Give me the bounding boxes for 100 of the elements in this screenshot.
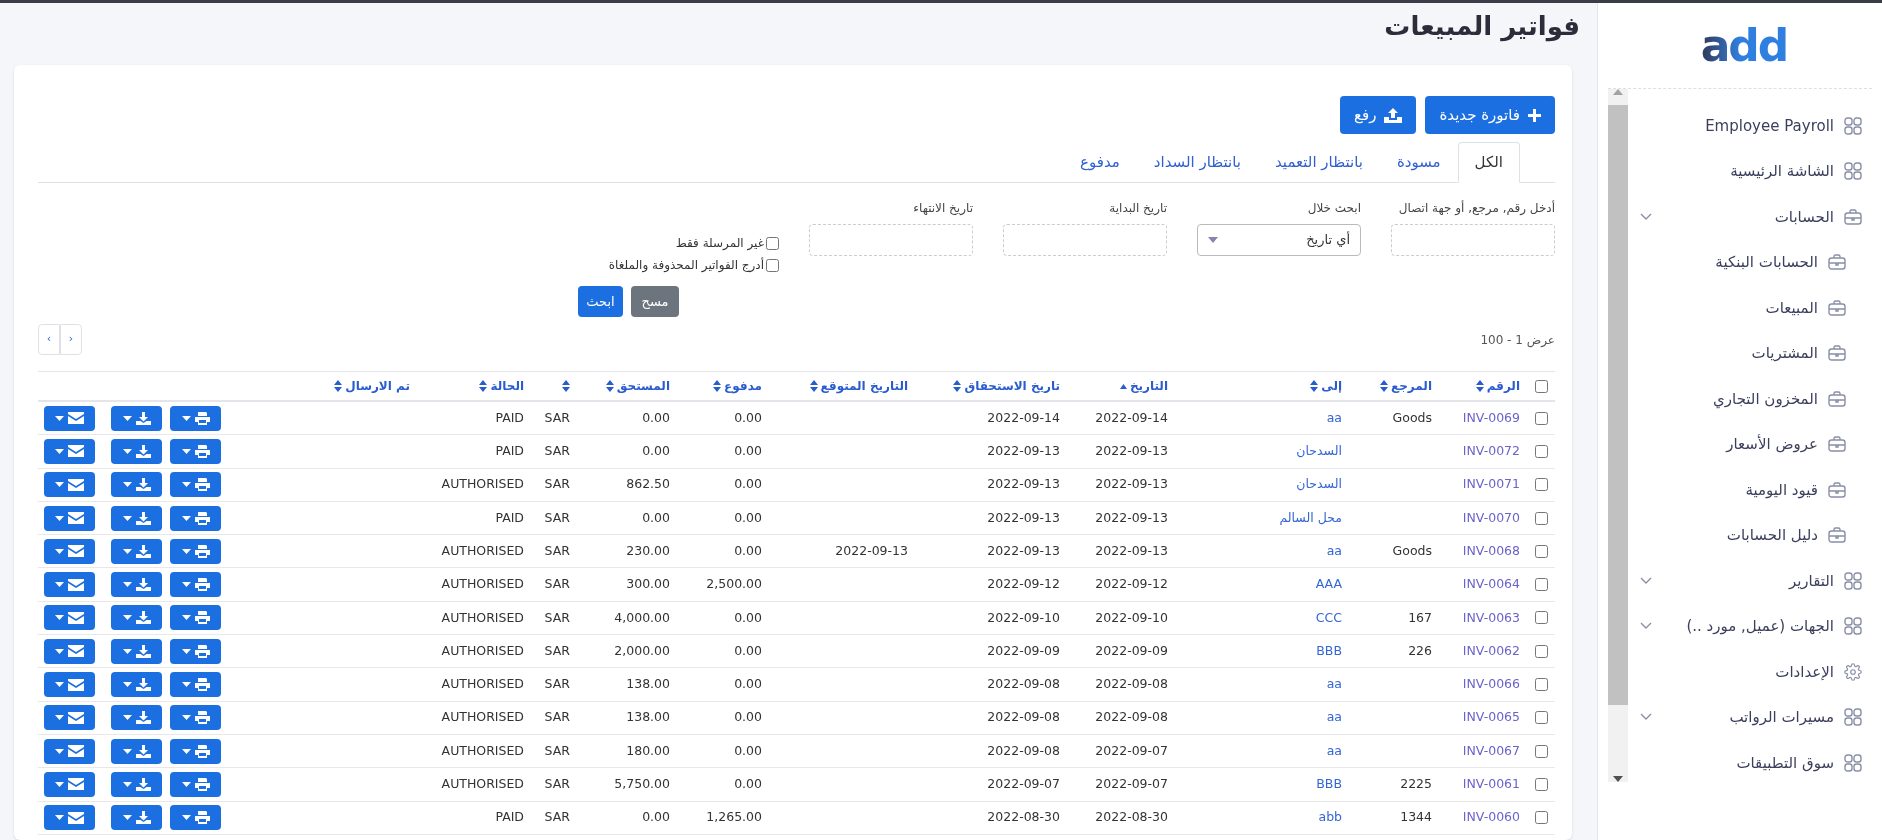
checkbox[interactable] (1535, 678, 1548, 691)
print-button[interactable] (170, 472, 221, 498)
email-button[interactable] (44, 505, 95, 531)
download-button[interactable] (111, 505, 162, 531)
new-invoice-button[interactable]: فاتورة جديدة (1425, 96, 1555, 134)
date-field[interactable] (809, 224, 973, 256)
sidebar-item[interactable]: عروض الأسعار (1628, 421, 1872, 467)
next-page-button[interactable]: › (60, 324, 82, 355)
download-button[interactable] (111, 405, 162, 431)
print-button[interactable] (170, 738, 221, 764)
email-button[interactable] (44, 805, 95, 831)
download-button[interactable] (111, 605, 162, 631)
checkbox[interactable] (766, 236, 779, 250)
sort-icon[interactable] (562, 380, 570, 392)
checkbox[interactable] (1535, 811, 1548, 825)
email-button[interactable] (44, 438, 95, 464)
sidebar-item[interactable]: مسيرات الرواتب (1628, 694, 1872, 740)
invoice-link[interactable]: INV-0062 (1462, 641, 1520, 661)
sidebar-item[interactable]: المبيعات (1628, 285, 1872, 331)
download-button[interactable] (111, 438, 162, 464)
invoice-link[interactable]: INV-0064 (1462, 575, 1520, 594)
sidebar-item[interactable]: الشاشة الرئيسية (1628, 148, 1872, 194)
tab[interactable]: الكل (1457, 142, 1520, 183)
email-button[interactable] (44, 771, 95, 797)
print-button[interactable] (170, 705, 221, 731)
scrollbar[interactable] (1608, 89, 1628, 782)
sidebar-item[interactable]: الحسابات البنكية (1628, 239, 1872, 285)
invoice-link[interactable]: INV-0072 (1462, 442, 1520, 461)
email-button[interactable] (44, 705, 95, 731)
invoice-link[interactable]: INV-0070 (1462, 508, 1520, 528)
tab[interactable]: مسودة (1379, 142, 1458, 183)
column-header[interactable]: المرجع (1380, 377, 1432, 395)
email-button[interactable] (44, 738, 95, 764)
tab[interactable]: بانتظار التعميد (1258, 142, 1380, 183)
checkbox[interactable] (1535, 611, 1548, 625)
sidebar-item[interactable]: المخزون التجاري (1628, 376, 1872, 422)
contact-link[interactable]: aa (1326, 708, 1342, 728)
tab[interactable]: مدفوع (1063, 142, 1137, 183)
column-header[interactable]: تم الارسال (334, 377, 410, 395)
print-button[interactable] (170, 538, 221, 564)
invoice-link[interactable]: INV-0065 (1462, 708, 1520, 728)
clear-button[interactable]: مسح (631, 286, 679, 317)
invoice-link[interactable]: INV-0066 (1462, 675, 1520, 694)
print-button[interactable] (170, 638, 221, 664)
download-button[interactable] (111, 572, 162, 598)
contact-link[interactable]: aa (1326, 741, 1342, 761)
download-button[interactable] (111, 705, 162, 731)
contact-link[interactable]: السدحان (1296, 475, 1342, 495)
invoice-link[interactable]: INV-0069 (1462, 408, 1520, 428)
print-button[interactable] (170, 605, 221, 631)
invoice-link[interactable]: INV-0063 (1462, 608, 1520, 628)
print-button[interactable] (170, 805, 221, 831)
upload-button[interactable]: رفع (1340, 96, 1417, 134)
contact-link[interactable]: محل السالم (1279, 508, 1342, 528)
print-button[interactable] (170, 405, 221, 431)
column-header[interactable]: المستحق (605, 377, 670, 395)
date-field[interactable] (1003, 224, 1167, 256)
column-header[interactable]: التاريخ المتوقع (809, 377, 908, 395)
sidebar-item[interactable]: الإعدادات (1628, 649, 1872, 695)
invoice-link[interactable]: INV-0061 (1462, 775, 1520, 794)
contact-link[interactable]: BBB (1316, 775, 1342, 794)
tab[interactable]: بانتظار السداد (1136, 142, 1258, 183)
print-button[interactable] (170, 771, 221, 797)
checkbox[interactable] (1535, 711, 1548, 725)
contact-link[interactable]: aa (1326, 541, 1342, 561)
contact-link[interactable]: BBB (1316, 641, 1342, 661)
checkbox[interactable] (1535, 478, 1548, 492)
checkbox[interactable] (1535, 777, 1548, 791)
column-header[interactable]: الحالة (479, 377, 524, 395)
checkbox[interactable] (1535, 644, 1548, 658)
invoice-link[interactable]: INV-0060 (1462, 808, 1520, 828)
sidebar-item[interactable]: الجهات (عميل, مورد ..) (1628, 603, 1872, 649)
checkbox[interactable] (1535, 511, 1548, 525)
checkbox[interactable] (1535, 444, 1548, 458)
download-button[interactable] (111, 771, 162, 797)
search-button[interactable]: ابحث (578, 286, 623, 317)
column-header[interactable]: الرقم (1475, 377, 1520, 395)
contact-link[interactable]: السدحان (1296, 442, 1342, 461)
email-button[interactable] (44, 572, 95, 598)
date-range-select[interactable]: أي تاريخ (1197, 224, 1361, 256)
checkbox[interactable] (766, 258, 779, 272)
email-button[interactable] (44, 605, 95, 631)
email-button[interactable] (44, 405, 95, 431)
print-button[interactable] (170, 572, 221, 598)
email-button[interactable] (44, 472, 95, 498)
column-header[interactable]: التاريخ (1119, 377, 1168, 395)
invoice-link[interactable]: INV-0071 (1462, 475, 1520, 495)
column-header[interactable]: مدفوع (713, 377, 762, 395)
invoice-link[interactable]: INV-0068 (1462, 541, 1520, 561)
sidebar-item[interactable]: الحسابات (1628, 194, 1872, 240)
sidebar-item[interactable]: دليل الحسابات (1628, 512, 1872, 558)
sidebar-item[interactable]: المشتريات (1628, 330, 1872, 376)
email-button[interactable] (44, 538, 95, 564)
sidebar-item[interactable]: سوق التطبيقات (1628, 740, 1872, 782)
column-header[interactable]: إلى (1310, 377, 1342, 395)
sidebar-item[interactable]: Employee Payroll (1628, 103, 1872, 149)
email-button[interactable] (44, 672, 95, 697)
column-header[interactable]: تاريخ الاستحقاق (953, 377, 1060, 395)
invoice-link[interactable]: INV-0067 (1462, 741, 1520, 761)
checkbox[interactable] (1535, 411, 1548, 425)
